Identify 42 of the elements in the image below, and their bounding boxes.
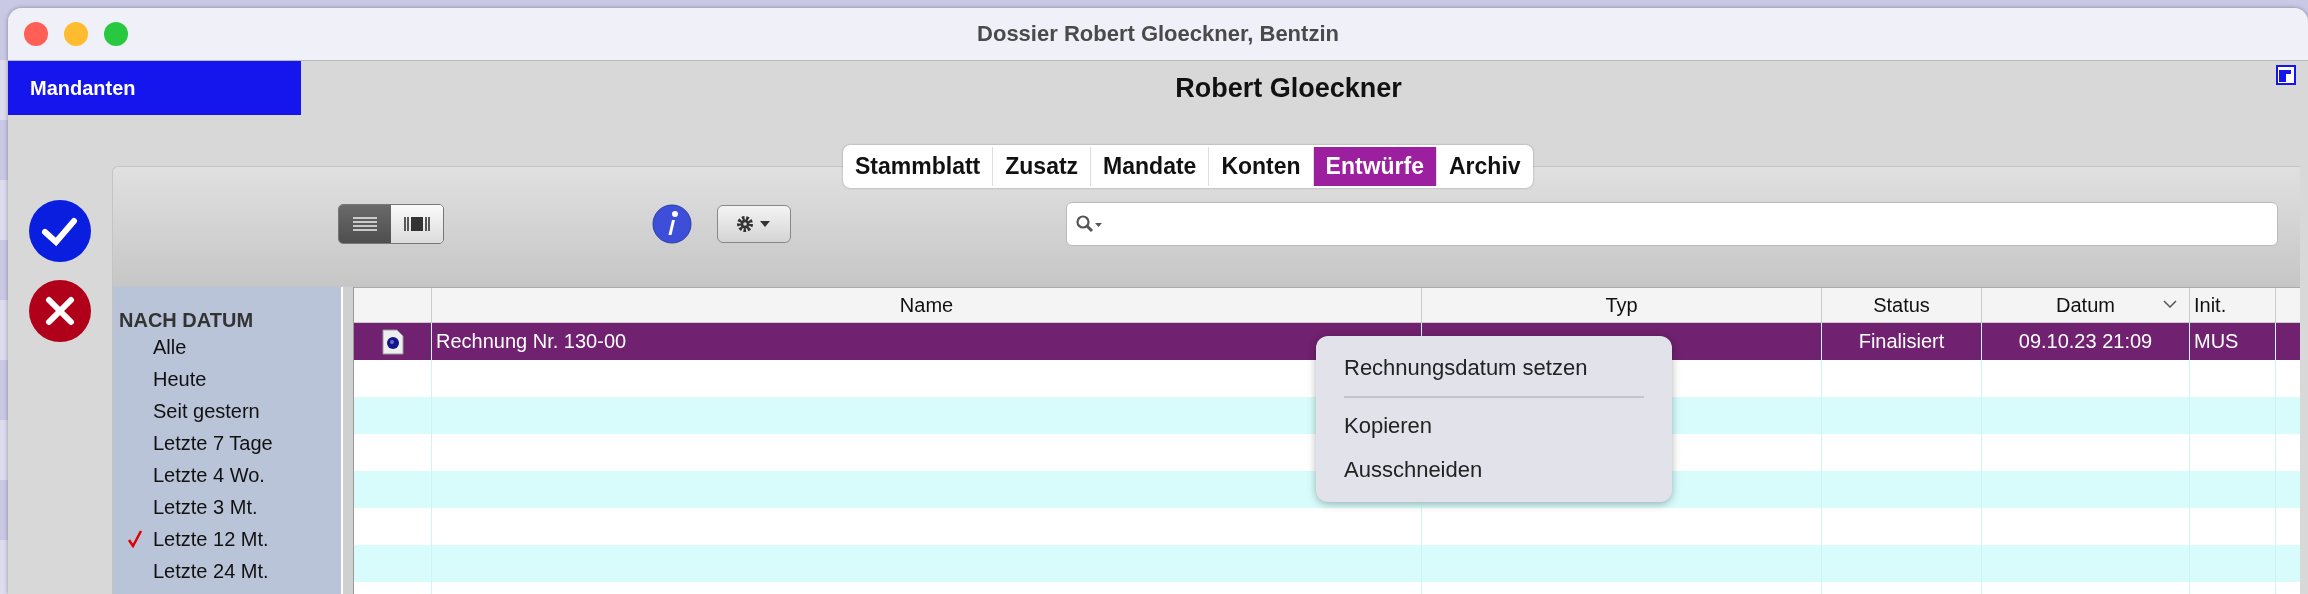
search-field[interactable] — [1066, 202, 2278, 246]
list-lines-icon — [352, 217, 378, 231]
mandanten-tab[interactable]: Mandanten — [8, 61, 301, 115]
tab[interactable]: Zusatz — [992, 147, 1091, 186]
document-icon — [381, 328, 404, 355]
table-cell: Finalisiert — [1822, 323, 1982, 360]
column-view-button[interactable] — [391, 205, 443, 243]
columns-icon — [403, 216, 431, 232]
client-name-title: Robert Gloeckner — [1174, 72, 1403, 104]
close-button[interactable] — [24, 22, 48, 46]
table-cell: MUS — [2190, 323, 2276, 360]
filter-heading: NACH DATUM — [119, 309, 255, 331]
filter-item[interactable]: Alle — [119, 331, 341, 363]
tab[interactable]: Entwürfe — [1312, 147, 1436, 186]
tab[interactable]: Konten — [1208, 147, 1313, 186]
tab[interactable]: Archiv — [1436, 147, 1533, 186]
list-view-button[interactable] — [339, 205, 391, 243]
search-icon — [1075, 214, 1105, 234]
table-cell: 09.10.23 21:09 — [1982, 323, 2190, 360]
menu-item[interactable]: Ausschneiden — [1316, 448, 1672, 492]
tab[interactable]: Stammblatt — [843, 147, 993, 186]
filter-item[interactable]: Letzte 3 Mt. — [119, 491, 341, 523]
restore-icon[interactable] — [2276, 65, 2296, 85]
confirm-button[interactable] — [29, 200, 91, 262]
settings-menu-button[interactable] — [717, 205, 791, 243]
info-icon[interactable] — [652, 204, 692, 244]
column-header[interactable]: Status — [1822, 288, 1982, 322]
filter-item[interactable]: Letzte 12 Mt. — [119, 523, 341, 555]
menu-item[interactable]: Kopieren — [1316, 404, 1672, 448]
filter-item[interactable]: Letzte 7 Tage — [119, 427, 341, 459]
window-title: Dossier Robert Gloeckner, Bentzin — [977, 21, 1339, 47]
filter-item[interactable]: Seit gestern — [119, 395, 341, 427]
tab[interactable]: Mandate — [1090, 147, 1209, 186]
cancel-button[interactable] — [29, 280, 91, 342]
column-header[interactable]: Name — [432, 288, 1422, 322]
filter-item[interactable]: Heute — [119, 363, 341, 395]
splitter[interactable] — [341, 287, 354, 594]
filter-item[interactable]: Letzte 4 Wo. — [119, 459, 341, 491]
column-header[interactable]: Typ — [1422, 288, 1822, 322]
column-header[interactable]: Init. — [2190, 288, 2276, 322]
filter-item[interactable]: Letzte 24 Mt. — [119, 555, 341, 587]
column-header[interactable]: Datum — [1982, 288, 2190, 322]
